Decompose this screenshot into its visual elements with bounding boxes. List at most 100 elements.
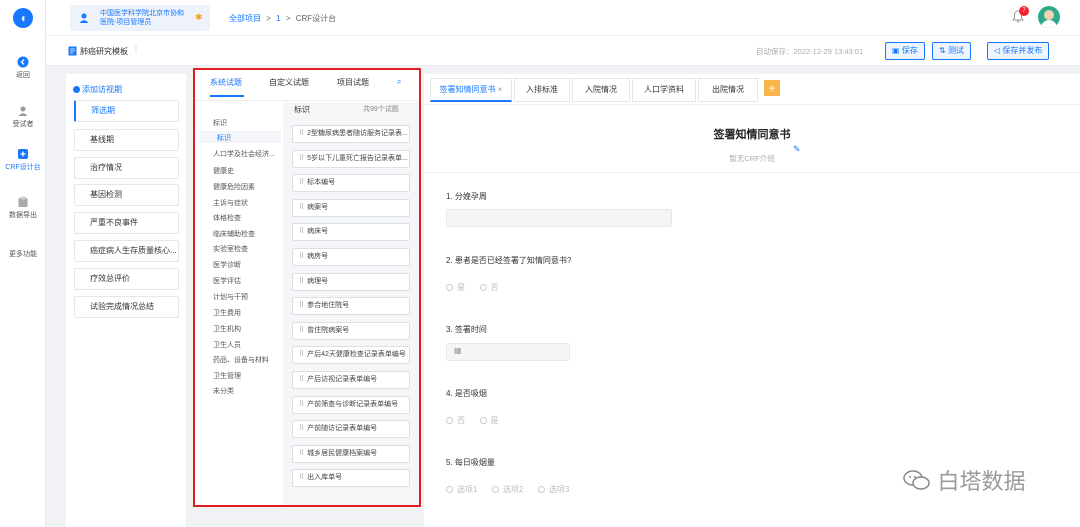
category-item[interactable]: 临床辅助检查: [213, 229, 255, 239]
drag-handle-icon[interactable]: ⠿: [299, 155, 304, 162]
question-item[interactable]: ⠿ 产前随访记录表单编号: [292, 420, 410, 438]
rail-export[interactable]: 数据导出: [0, 196, 46, 220]
drag-handle-icon[interactable]: ⠿: [299, 450, 304, 457]
org-switcher[interactable]: 中国医学科学院北京市协和 医院-项目管理员 ✱: [70, 5, 210, 31]
rail-crf[interactable]: CRF设计台: [0, 148, 46, 172]
visit-item[interactable]: 试验完成情况总结: [74, 296, 179, 318]
drag-handle-icon[interactable]: ⠿: [299, 401, 304, 408]
question-item[interactable]: ⠿ 产后42天健康检查记录表单编号: [292, 346, 410, 364]
question-item[interactable]: ⠿ 病房号: [292, 248, 410, 266]
category-item[interactable]: 健康史: [213, 166, 234, 176]
category-item[interactable]: 主诉与症状: [213, 198, 248, 208]
drag-handle-icon[interactable]: ⠿: [299, 179, 304, 186]
category-item[interactable]: 标识: [213, 118, 227, 128]
visit-item[interactable]: 严重不良事件: [74, 212, 179, 234]
radio-option[interactable]: [491, 486, 499, 494]
avatar[interactable]: [1038, 6, 1060, 28]
visit-item[interactable]: 疗效总评价: [74, 268, 179, 290]
category-item[interactable]: 健康危险因素: [213, 182, 255, 192]
question-item[interactable]: ⠿ 病理号: [292, 273, 410, 291]
category-item[interactable]: 计划与干预: [213, 292, 248, 302]
gestation-input[interactable]: [446, 209, 672, 227]
radio-no[interactable]: [446, 417, 453, 425]
category-item[interactable]: 卫生人员: [213, 340, 241, 350]
question-label: 产后42天健康检查记录表单编号: [307, 351, 406, 358]
tab-custom-questions[interactable]: 自定义试题: [269, 77, 309, 88]
category-item[interactable]: 医学评估: [213, 276, 241, 286]
question-item[interactable]: ⠿ 5岁以下儿童死亡报告记录表单...: [292, 150, 410, 168]
radio-option[interactable]: [537, 486, 545, 494]
category-item[interactable]: 体格检查: [213, 213, 241, 223]
test-button[interactable]: ⇅ 测试: [932, 42, 971, 60]
drag-handle-icon[interactable]: ⠿: [299, 327, 304, 334]
question-item[interactable]: ⠿ 参合地住院号: [292, 297, 410, 315]
breadcrumb-project[interactable]: 1: [276, 14, 280, 23]
visit-item[interactable]: 治疗情况: [74, 157, 179, 179]
rail-back[interactable]: 返回: [0, 56, 46, 80]
drag-handle-icon[interactable]: ⠿: [299, 130, 304, 137]
category-item[interactable]: 医学诊断: [213, 260, 241, 270]
drag-handle-icon[interactable]: ⠿: [299, 474, 304, 481]
drag-handle-icon[interactable]: ⠿: [299, 376, 304, 383]
visit-item[interactable]: 基线期: [74, 129, 179, 151]
notification-bell[interactable]: 7: [1012, 6, 1029, 24]
visit-item[interactable]: 筛选期: [74, 100, 179, 122]
radio-label: 是: [457, 283, 465, 293]
visit-item[interactable]: 癌症病人生存质量核心...: [74, 240, 179, 262]
category-item[interactable]: 卫生管理: [213, 371, 241, 381]
rail-more[interactable]: 更多功能: [0, 249, 46, 259]
tab-project-questions[interactable]: 项目试题: [337, 77, 369, 88]
drag-handle-icon[interactable]: ⠿: [299, 425, 304, 432]
category-item[interactable]: 卫生机构: [213, 324, 241, 334]
save-button[interactable]: ▣ 保存: [885, 42, 925, 60]
tab-informed-consent[interactable]: 签署知情同意书 ×: [430, 78, 512, 102]
question-item[interactable]: ⠿ 曾住院病案号: [292, 322, 410, 340]
question-count: 共99个试题: [363, 106, 399, 113]
question-item[interactable]: ⠿ 产前筛查与诊断记录表单编号: [292, 396, 410, 414]
add-tab-button[interactable]: +: [764, 80, 780, 96]
radio-label: 选项1: [457, 485, 478, 495]
breadcrumb-all-projects[interactable]: 全部项目: [229, 14, 261, 23]
question-item[interactable]: ⠿ 产后访视记录表单编号: [292, 371, 410, 389]
question-item[interactable]: ⠿ 病床号: [292, 223, 410, 241]
tab-discharge[interactable]: 出院情况: [698, 78, 758, 102]
visit-item[interactable]: 基因检测: [74, 184, 179, 206]
add-visit-button[interactable]: 添加访视期: [73, 84, 122, 95]
tab-demographics[interactable]: 人口学资料: [632, 78, 696, 102]
category-item[interactable]: 药品、设备与材料: [213, 355, 269, 365]
drag-handle-icon[interactable]: ⠿: [299, 351, 304, 358]
question-item[interactable]: ⠿ 标本编号: [292, 174, 410, 192]
drag-handle-icon[interactable]: ⠿: [299, 228, 304, 235]
drag-handle-icon[interactable]: ⠿: [299, 302, 304, 309]
radio-yes[interactable]: [446, 284, 453, 292]
category-item[interactable]: 人口学及社会经济...: [213, 149, 275, 159]
question-item[interactable]: ⠿ 2型糖尿病患者随访服务记录表...: [292, 125, 410, 143]
category-item[interactable]: 未分类: [213, 386, 234, 396]
rail-subjects[interactable]: 受试者: [0, 105, 46, 129]
save-publish-button[interactable]: ◁ 保存并发布: [987, 42, 1050, 60]
tab-inclusion[interactable]: 入排标准: [514, 78, 570, 102]
question-item[interactable]: ⠿ 出入库单号: [292, 469, 410, 487]
question-bank-panel: 系统试题 自定义试题 项目试题 ⌕ 标识 共99个试题 标识 标识 人口学及社会…: [193, 68, 421, 507]
question-item[interactable]: ⠿ 病案号: [292, 199, 410, 217]
drag-handle-icon[interactable]: ⠿: [299, 278, 304, 285]
sign-date-picker[interactable]: ▦: [446, 343, 570, 361]
template-menu-icon[interactable]: ⋮: [132, 45, 140, 54]
category-item[interactable]: 标识: [217, 133, 231, 143]
category-item[interactable]: 实验室检查: [213, 244, 248, 254]
search-icon[interactable]: ⌕: [397, 77, 401, 87]
close-icon[interactable]: ×: [498, 85, 503, 94]
category-item[interactable]: 卫生费用: [213, 308, 241, 318]
breadcrumb: 全部项目 > 1 > CRF设计台: [229, 13, 336, 24]
drag-handle-icon[interactable]: ⠿: [299, 253, 304, 260]
app-logo[interactable]: ◖: [13, 8, 33, 28]
question-item[interactable]: ⠿ 城乡居民健康档案编号: [292, 445, 410, 463]
radio-option[interactable]: [446, 486, 453, 494]
tab-admission[interactable]: 入院情况: [572, 78, 630, 102]
form-title: 签署知情同意书: [713, 129, 791, 141]
template-icon: [68, 46, 77, 56]
radio-yes[interactable]: [479, 417, 487, 425]
tab-system-questions[interactable]: 系统试题: [210, 77, 242, 88]
radio-no[interactable]: [479, 284, 487, 292]
drag-handle-icon[interactable]: ⠿: [299, 204, 304, 211]
